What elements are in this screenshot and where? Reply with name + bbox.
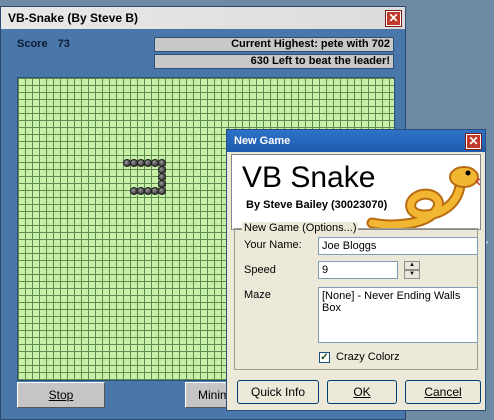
snake-segment (144, 187, 152, 195)
ok-button[interactable]: OK (327, 380, 397, 404)
new-game-dialog: New Game ✕ VB Snake By Steve Bailey (300… (226, 129, 486, 411)
dialog-banner: VB Snake By Steve Bailey (30023070) (231, 154, 481, 230)
close-icon[interactable]: ✕ (385, 9, 402, 27)
snake-logo-icon (366, 166, 480, 229)
maze-option[interactable]: [None] - Never Ending Walls (322, 290, 474, 302)
options-group-label: New Game (Options...) (242, 222, 359, 234)
score-display: Score 73 (17, 38, 80, 50)
snake-segment (137, 187, 145, 195)
crazy-colorz-label: Crazy Colorz (336, 351, 400, 363)
close-icon[interactable]: ✕ (465, 132, 482, 150)
score-value: 73 (57, 38, 70, 50)
speed-spinner[interactable]: ▲ ▼ (404, 261, 420, 279)
maze-listbox[interactable]: [None] - Never Ending Walls Box (318, 287, 478, 343)
window-title: VB-Snake (By Steve B) (8, 11, 139, 25)
score-label: Score (17, 38, 48, 50)
highest-score-box: Current Highest: pete with 702 (154, 37, 394, 52)
snake-segment (158, 187, 166, 195)
snake-head (130, 187, 138, 195)
chevron-up-icon[interactable]: ▲ (404, 261, 420, 270)
maze-label: Maze (244, 289, 271, 301)
chevron-down-icon[interactable]: ▼ (404, 270, 420, 279)
stop-button[interactable]: Stop (17, 382, 105, 408)
cancel-button[interactable]: Cancel (405, 380, 481, 404)
points-left-box: 630 Left to beat the leader! (154, 54, 394, 69)
name-field[interactable] (318, 237, 478, 255)
banner-title: VB Snake (242, 161, 376, 194)
checkmark-icon[interactable]: ✓ (319, 351, 330, 363)
maze-option[interactable]: Box (322, 302, 474, 314)
speed-field[interactable] (318, 261, 398, 279)
dialog-title: New Game (234, 135, 291, 147)
game-titlebar[interactable]: VB-Snake (By Steve B) ✕ (1, 7, 405, 29)
options-groupbox: New Game (Options...) Your Name: Speed ▲… (234, 222, 478, 370)
crazy-colorz-checkbox[interactable]: ✓ Crazy Colorz (319, 351, 400, 363)
speed-label: Speed (244, 264, 276, 276)
quick-info-button[interactable]: Quick Info (237, 380, 319, 404)
snake-segment (151, 187, 159, 195)
name-label: Your Name: (244, 239, 302, 251)
dialog-titlebar[interactable]: New Game ✕ (227, 130, 485, 152)
